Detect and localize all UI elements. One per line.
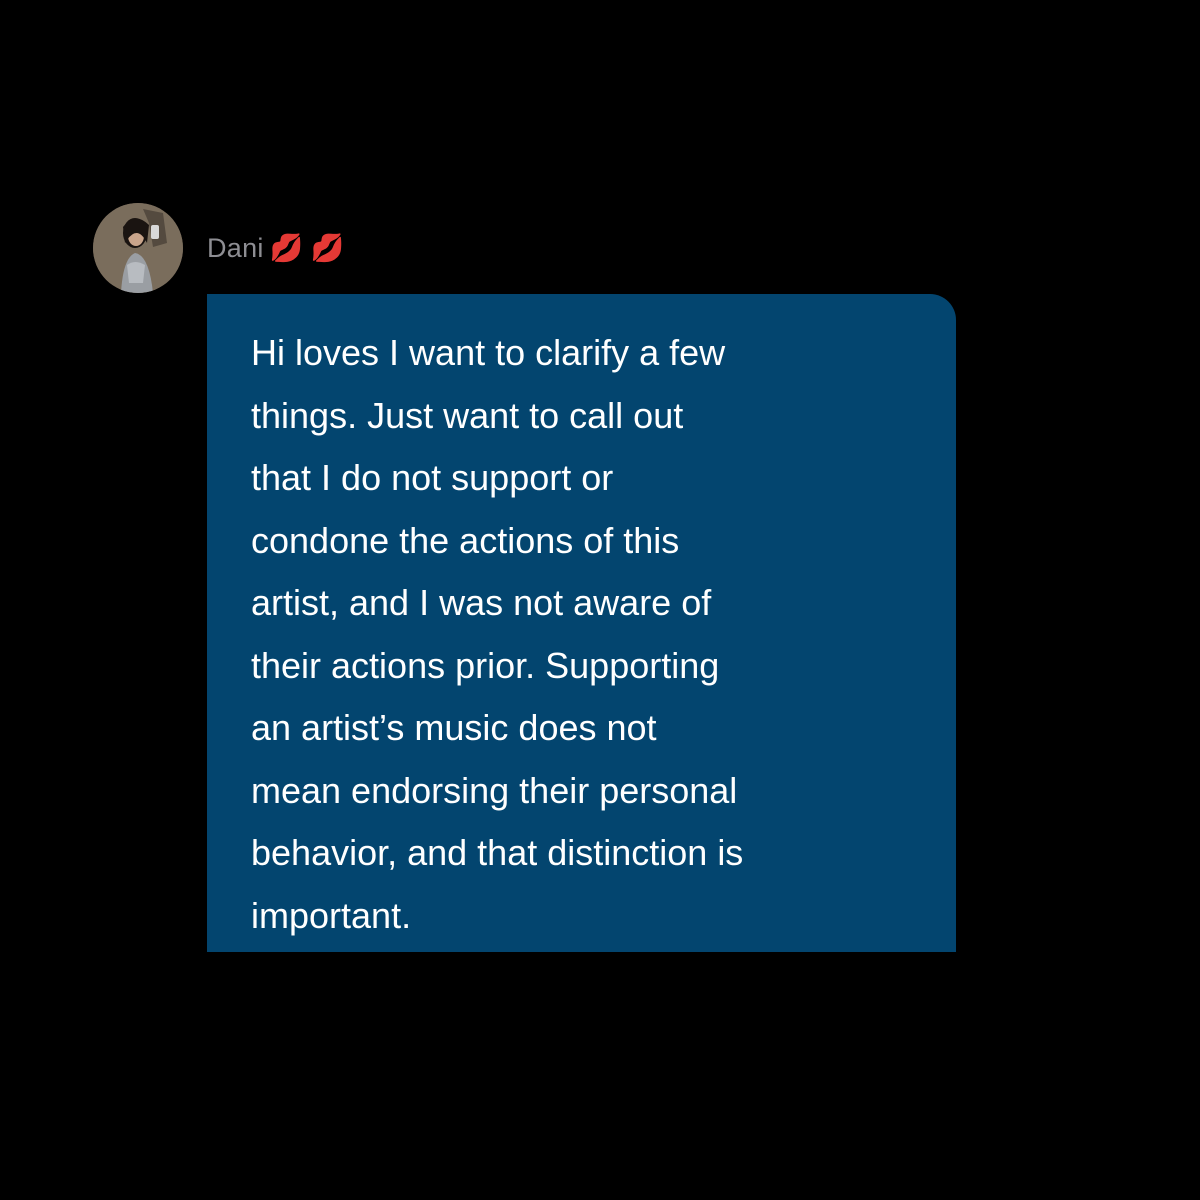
message-line: condone the actions of this (251, 519, 680, 561)
message-line: things. Just want to call out (251, 394, 684, 436)
message-line: artist, and I was not aware of (251, 582, 712, 623)
kiss-emoji-icon: 💋 💋 (269, 233, 345, 263)
message-text: Hi loves I want to clarify a few things.… (251, 322, 916, 947)
avatar-photo (93, 203, 183, 293)
message-line: mean endorsing their personal (251, 769, 738, 811)
message-line: Hi loves I want to clarify a few (251, 332, 726, 373)
message-line: important. (251, 894, 412, 936)
sender-name[interactable]: Dani (207, 228, 264, 268)
avatar[interactable] (93, 203, 183, 293)
sender-row: Dani 💋 💋 (207, 228, 344, 268)
message-bubble[interactable]: Hi loves I want to clarify a few things.… (207, 294, 956, 952)
message-line: that I do not support or (251, 457, 614, 498)
message-line: their actions prior. Supporting (251, 644, 720, 686)
message-line: an artist’s music does not (251, 707, 657, 748)
message-line: behavior, and that distinction is (251, 832, 744, 873)
